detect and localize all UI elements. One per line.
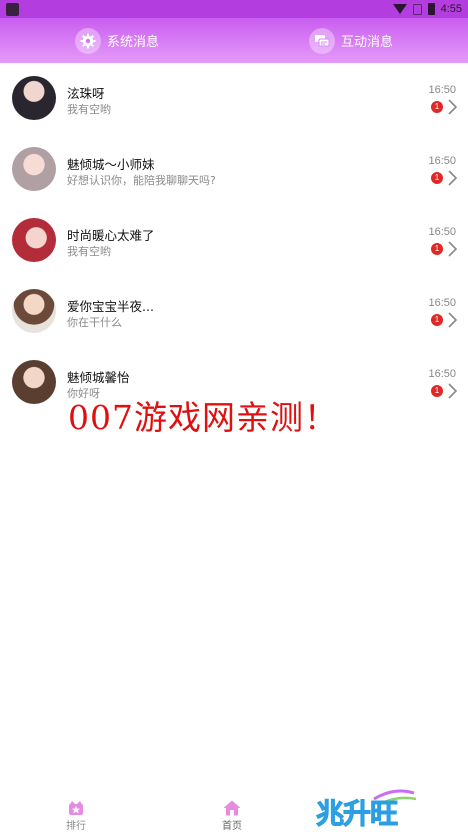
chevron-right-icon — [448, 312, 458, 328]
gear-icon — [74, 27, 101, 54]
status-bar: 4:55 — [0, 0, 468, 18]
message-row[interactable]: 爱你宝宝半夜... 你在干什么 16:50 1 — [0, 276, 468, 347]
avatar — [12, 218, 56, 262]
unread-badge: 1 — [431, 314, 443, 326]
home-icon — [223, 800, 241, 816]
message-row[interactable]: 魅倾城～小师妹 好想认识你，能陪我聊聊天吗? 16:50 1 — [0, 134, 468, 205]
sim-icon — [412, 3, 422, 15]
chevron-right-icon — [448, 241, 458, 257]
avatar — [12, 76, 56, 120]
unread-badge: 1 — [431, 385, 443, 397]
rank-icon — [69, 801, 83, 815]
battery-icon — [427, 3, 435, 15]
message-time: 16:50 — [428, 297, 456, 309]
nav-item-rank[interactable]: 排行 — [66, 800, 86, 832]
message-preview: 我有空哟 — [67, 245, 111, 258]
message-row[interactable]: 泫珠呀 我有空哟 16:50 1 — [0, 63, 468, 134]
contact-name: 时尚暖心太难了 — [67, 228, 155, 243]
message-row[interactable]: 时尚暖心太难了 我有空哟 16:50 1 — [0, 205, 468, 276]
avatar — [12, 289, 56, 333]
chat-icon — [308, 27, 335, 54]
chevron-right-icon — [448, 170, 458, 186]
nav-item-home[interactable]: 首页 — [222, 800, 242, 832]
tab-interaction-label: 互动消息 — [340, 35, 393, 50]
message-list: 泫珠呀 我有空哟 16:50 1 魅倾城～小师妹 好想认识你，能陪我聊聊天吗? … — [0, 63, 468, 418]
message-preview: 你在干什么 — [67, 316, 122, 329]
contact-name: 魅倾城馨怡 — [67, 370, 130, 385]
contact-name: 爱你宝宝半夜... — [67, 299, 154, 314]
message-preview: 我有空哟 — [67, 103, 111, 116]
message-time: 16:50 — [428, 226, 456, 238]
contact-name: 魅倾城～小师妹 — [67, 157, 155, 172]
status-time: 4:55 — [440, 3, 462, 15]
message-time: 16:50 — [428, 155, 456, 167]
brand-logo-text: 兆升旺 — [315, 797, 398, 831]
contact-name: 泫珠呀 — [67, 86, 105, 101]
message-preview: 好想认识你，能陪我聊聊天吗? — [67, 174, 216, 187]
tab-system-messages[interactable]: 系统消息 — [0, 18, 234, 63]
watermark-text: 007游戏网亲测！ — [68, 398, 338, 437]
chevron-right-icon — [448, 99, 458, 115]
nav-label-rank: 排行 — [66, 821, 86, 832]
nav-label-home: 首页 — [222, 821, 242, 832]
wifi-icon — [392, 4, 407, 14]
message-time: 16:50 — [428, 84, 456, 96]
notification-icon — [6, 2, 19, 16]
unread-badge: 1 — [431, 101, 443, 113]
unread-badge: 1 — [431, 172, 443, 184]
message-time: 16:50 — [428, 368, 456, 380]
message-tabs-header: 系统消息 互动消息 — [0, 18, 468, 63]
chevron-right-icon — [448, 383, 458, 399]
tab-system-label: 系统消息 — [106, 35, 159, 50]
tab-interaction-messages[interactable]: 互动消息 — [234, 18, 468, 63]
avatar — [12, 147, 56, 191]
avatar — [12, 360, 56, 404]
unread-badge: 1 — [431, 243, 443, 255]
